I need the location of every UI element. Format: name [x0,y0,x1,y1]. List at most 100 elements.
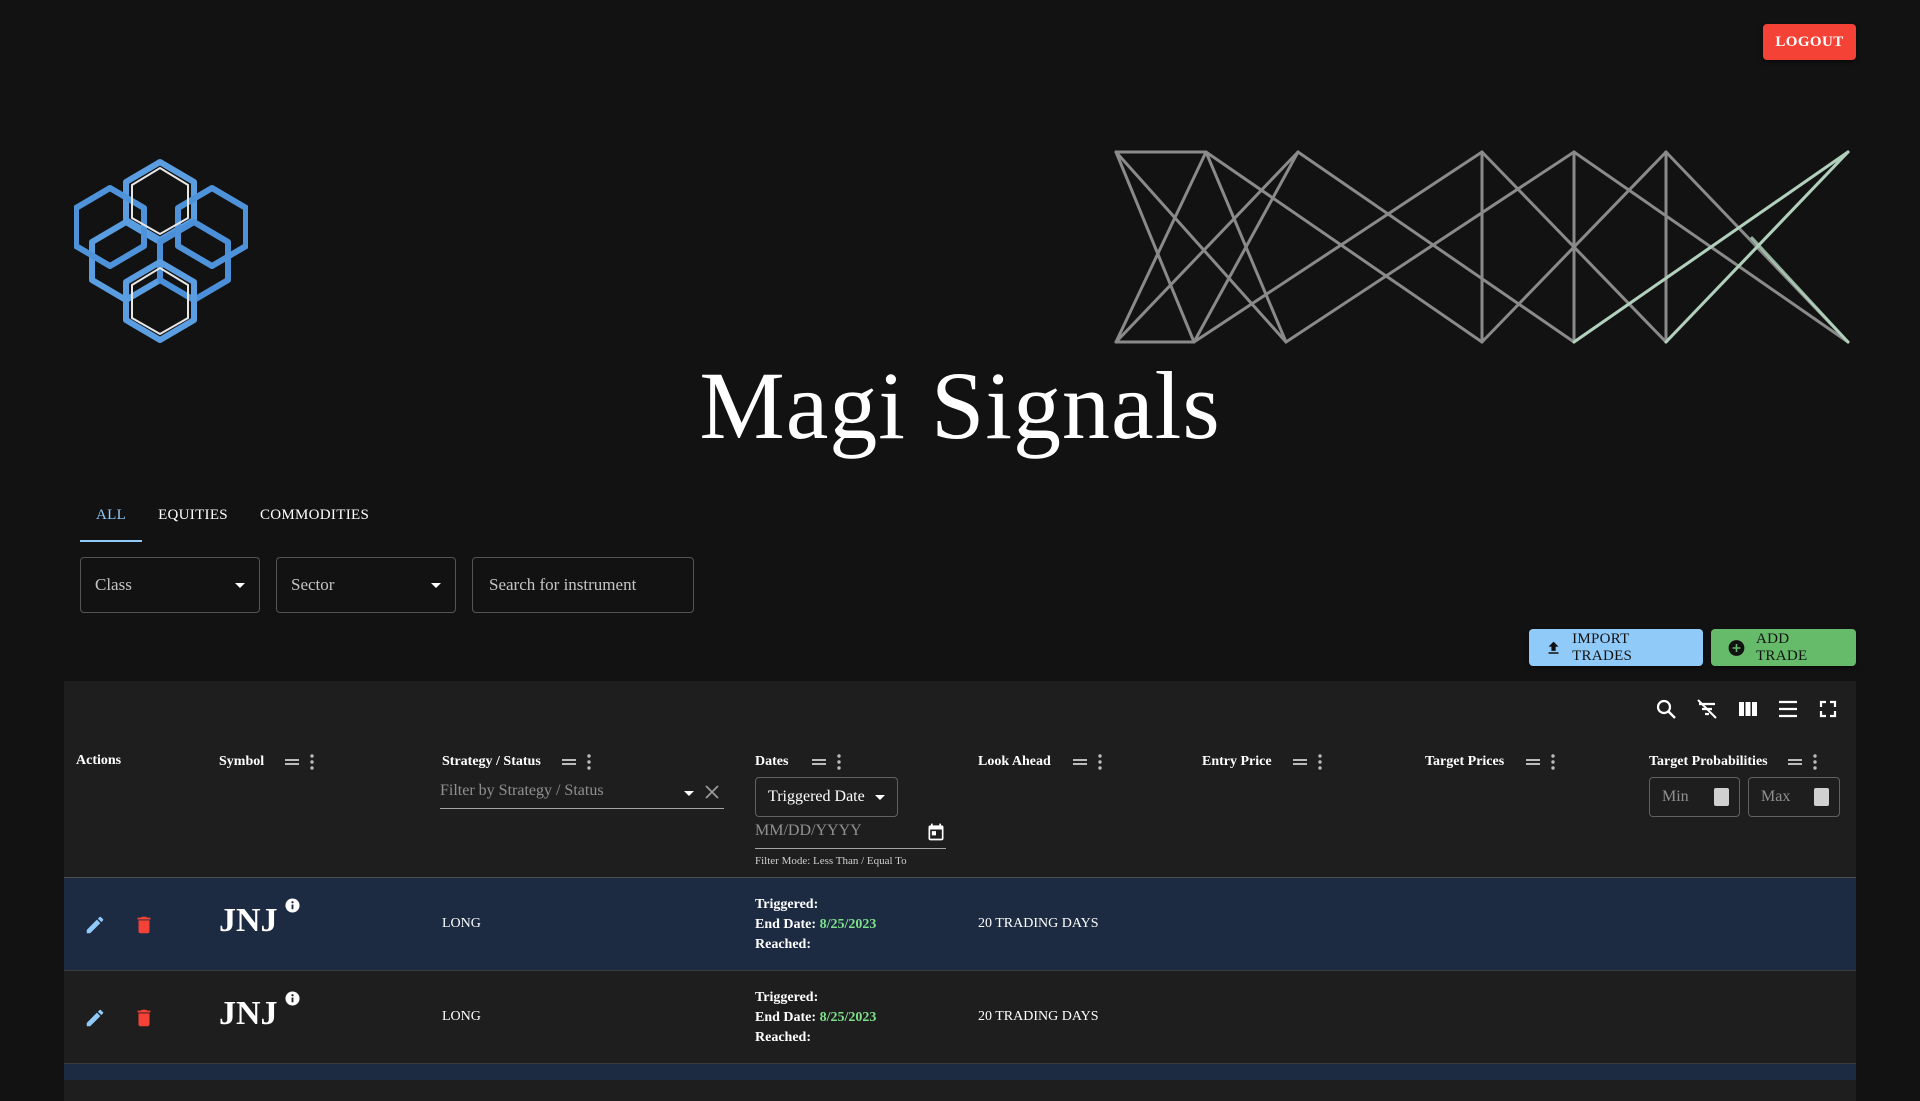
strategy-cell: LONG [442,916,481,931]
strategy-cell: LONG [442,1009,481,1024]
tab-equities[interactable]: EQUITIES [142,490,244,540]
look-ahead-column-controls [1072,754,1102,770]
min-placeholder: Min [1662,788,1689,805]
reached-label: Reached: [755,1030,811,1045]
class-select-label: Class [95,575,132,594]
end-date-label: End Date: [755,917,817,932]
strategy-status-filter[interactable]: Filter by Strategy / Status [440,782,724,809]
calendar-icon[interactable] [926,822,946,842]
symbol-cell: JNJ [219,902,278,939]
column-menu-icon[interactable] [1318,754,1322,770]
tab-commodities[interactable]: COMMODITIES [244,490,385,540]
strategy-filter-placeholder: Filter by Strategy / Status [440,782,604,799]
category-tabs: ALL EQUITIES COMMODITIES [80,490,385,542]
symbol-column-controls [284,754,314,770]
search-input[interactable] [487,574,679,596]
column-menu-icon[interactable] [1551,754,1555,770]
end-date-value: 8/25/2023 [819,1010,877,1025]
columns-icon[interactable] [1736,697,1760,721]
table-row[interactable] [64,878,1856,970]
stepper-icon[interactable] [1814,788,1829,806]
triggered-label: Triggered: [755,990,819,1005]
network-art [1114,150,1850,344]
drag-handle-icon[interactable] [811,754,827,770]
column-menu-icon[interactable] [1813,754,1817,770]
fullscreen-icon[interactable] [1816,697,1840,721]
import-trades-label: IMPORT TRADES [1572,630,1633,664]
drag-handle-icon[interactable] [1525,754,1541,770]
logout-button[interactable]: LOGOUT [1763,24,1856,60]
column-menu-icon[interactable] [1098,754,1102,770]
triggered-label: Triggered: [755,897,819,912]
max-placeholder: Max [1761,788,1791,805]
drag-handle-icon[interactable] [561,754,577,770]
add-trade-label: ADD TRADE [1755,630,1808,664]
delete-icon[interactable] [133,1007,155,1029]
column-header-strategy-status[interactable]: Strategy / Status [442,754,541,770]
dates-cell: Triggered: End Date: 8/25/2023 Reached: [755,895,876,955]
end-date-line: End Date: 8/25/2023 [755,915,876,935]
add-trade-button[interactable]: ADD TRADE [1711,629,1856,666]
drag-handle-icon[interactable] [1292,754,1308,770]
class-select[interactable]: Class [80,557,260,613]
column-header-target-prices[interactable]: Target Prices [1425,754,1504,770]
chevron-down-icon [235,583,245,588]
date-placeholder: MM/DD/YYYY [755,822,862,839]
tab-all[interactable]: ALL [80,490,143,542]
strategy-column-controls [561,754,591,770]
probability-min-input[interactable]: Min [1649,777,1740,817]
stepper-icon[interactable] [1714,788,1729,806]
chevron-down-icon[interactable] [684,791,694,796]
date-mode-select[interactable]: Triggered Date [755,777,898,817]
info-icon[interactable] [285,898,300,913]
upload-icon [1548,641,1559,654]
date-mode-value: Triggered Date [768,788,865,805]
add-circle-icon [1728,639,1745,656]
probability-max-input[interactable]: Max [1748,777,1840,817]
symbol-cell: JNJ [219,995,278,1032]
entry-price-column-controls [1292,754,1322,770]
search-icon[interactable] [1654,697,1678,721]
chevron-down-icon [875,795,885,800]
clear-icon[interactable] [704,784,720,800]
column-header-symbol[interactable]: Symbol [219,754,264,770]
sector-select[interactable]: Sector [276,557,456,613]
column-menu-icon[interactable] [310,754,314,770]
table-row[interactable] [64,1064,1856,1080]
edit-icon[interactable] [84,914,106,936]
density-icon[interactable] [1776,697,1800,721]
column-header-actions: Actions [76,753,122,768]
import-trades-button[interactable]: IMPORT TRADES [1529,629,1703,666]
dates-cell: Triggered: End Date: 8/25/2023 Reached: [755,988,876,1048]
info-icon[interactable] [285,991,300,1006]
target-prices-column-controls [1525,754,1555,770]
column-header-entry-price[interactable]: Entry Price [1202,754,1272,770]
filter-mode-text: Filter Mode: Less Than / Equal To [755,855,907,867]
end-date-line: End Date: 8/25/2023 [755,1008,876,1028]
reached-label: Reached: [755,937,811,952]
delete-icon[interactable] [133,914,155,936]
logo-icon [74,159,248,343]
page-title: Magi Signals [699,352,1221,459]
instrument-search[interactable] [472,557,694,613]
column-header-look-ahead[interactable]: Look Ahead [978,754,1051,770]
drag-handle-icon[interactable] [284,754,300,770]
drag-handle-icon[interactable] [1072,754,1088,770]
end-date-label: End Date: [755,1010,817,1025]
column-menu-icon[interactable] [837,754,841,770]
look-ahead-cell: 20 TRADING DAYS [978,916,1099,931]
filter-off-icon[interactable] [1695,697,1719,721]
column-header-target-probabilities[interactable]: Target Probabilities [1649,754,1768,770]
drag-handle-icon[interactable] [1787,754,1803,770]
column-menu-icon[interactable] [587,754,591,770]
sector-select-label: Sector [291,575,335,594]
edit-icon[interactable] [84,1007,106,1029]
date-filter-input[interactable]: MM/DD/YYYY [755,822,946,849]
dates-column-controls [811,754,841,770]
target-probabilities-column-controls [1787,754,1817,770]
column-header-dates[interactable]: Dates [755,754,788,770]
table-row[interactable] [64,971,1856,1063]
look-ahead-cell: 20 TRADING DAYS [978,1009,1099,1024]
end-date-value: 8/25/2023 [819,917,877,932]
chevron-down-icon [431,583,441,588]
